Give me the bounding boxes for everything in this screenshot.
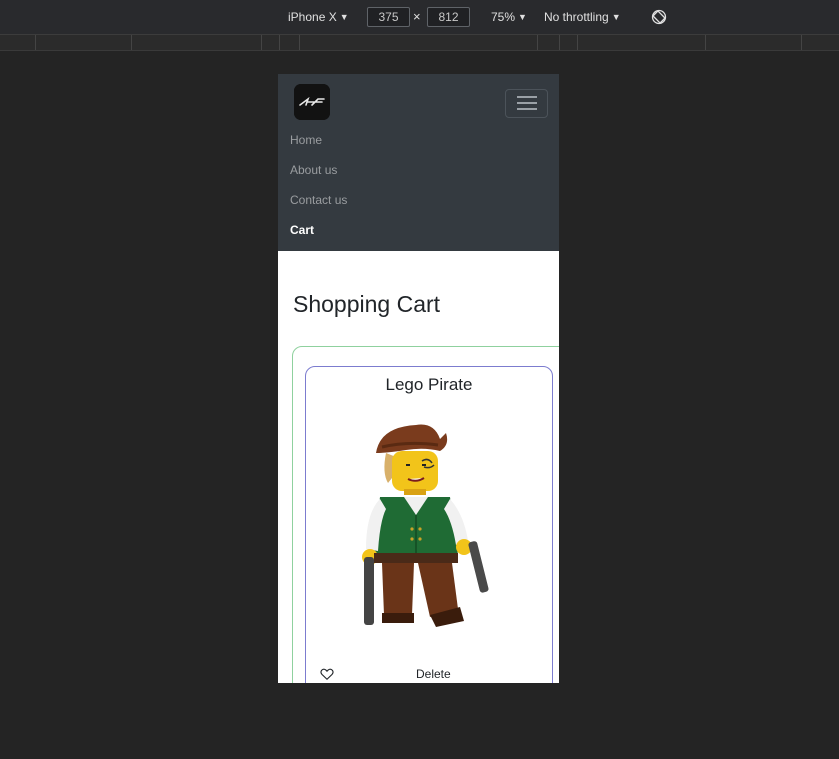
chevron-down-icon: ▼ xyxy=(518,12,527,22)
throttling-select[interactable]: No throttling ▼ xyxy=(544,10,621,24)
cart-item-card: Lego Pirate Delete xyxy=(305,366,553,683)
rotate-button[interactable] xyxy=(651,9,667,28)
throttling-value: No throttling xyxy=(544,10,609,24)
heart-icon[interactable] xyxy=(320,667,334,681)
page-title: Shopping Cart xyxy=(293,291,441,317)
navbar-toggler[interactable] xyxy=(505,89,548,118)
device-viewport: Home About us Contact us Cart Shopping C… xyxy=(278,74,559,683)
nav-link-cart[interactable]: Cart xyxy=(290,223,314,237)
brand-logo[interactable] xyxy=(294,84,330,120)
brand-logo-icon xyxy=(294,84,330,120)
product-name: Lego Pirate xyxy=(385,375,473,394)
hamburger-icon-line xyxy=(517,96,537,98)
device-select[interactable]: iPhone X ▼ xyxy=(288,10,349,24)
height-input[interactable]: 812 xyxy=(427,7,470,27)
devtools-toolbar: iPhone X ▼ 375 × 812 75% ▼ No throttling ▼ xyxy=(0,0,839,35)
hamburger-icon-line xyxy=(517,108,537,110)
device-name: iPhone X xyxy=(288,10,337,24)
zoom-select[interactable]: 75% ▼ xyxy=(491,10,527,24)
chevron-down-icon: ▼ xyxy=(611,12,621,22)
zoom-value: 75% xyxy=(491,10,516,24)
dimension-separator: × xyxy=(413,9,421,24)
nav-link-about[interactable]: About us xyxy=(290,163,337,177)
nav-link-contact[interactable]: Contact us xyxy=(290,193,347,207)
media-query-ruler xyxy=(0,35,839,51)
rotate-icon xyxy=(651,9,667,25)
navbar: Home About us Contact us Cart xyxy=(278,74,559,251)
delete-button[interactable]: Delete xyxy=(416,667,451,681)
hamburger-icon-line xyxy=(517,102,537,104)
chevron-down-icon: ▼ xyxy=(339,12,349,22)
nav-link-home[interactable]: Home xyxy=(290,133,322,147)
product-image xyxy=(362,424,489,627)
width-input[interactable]: 375 xyxy=(367,7,410,27)
